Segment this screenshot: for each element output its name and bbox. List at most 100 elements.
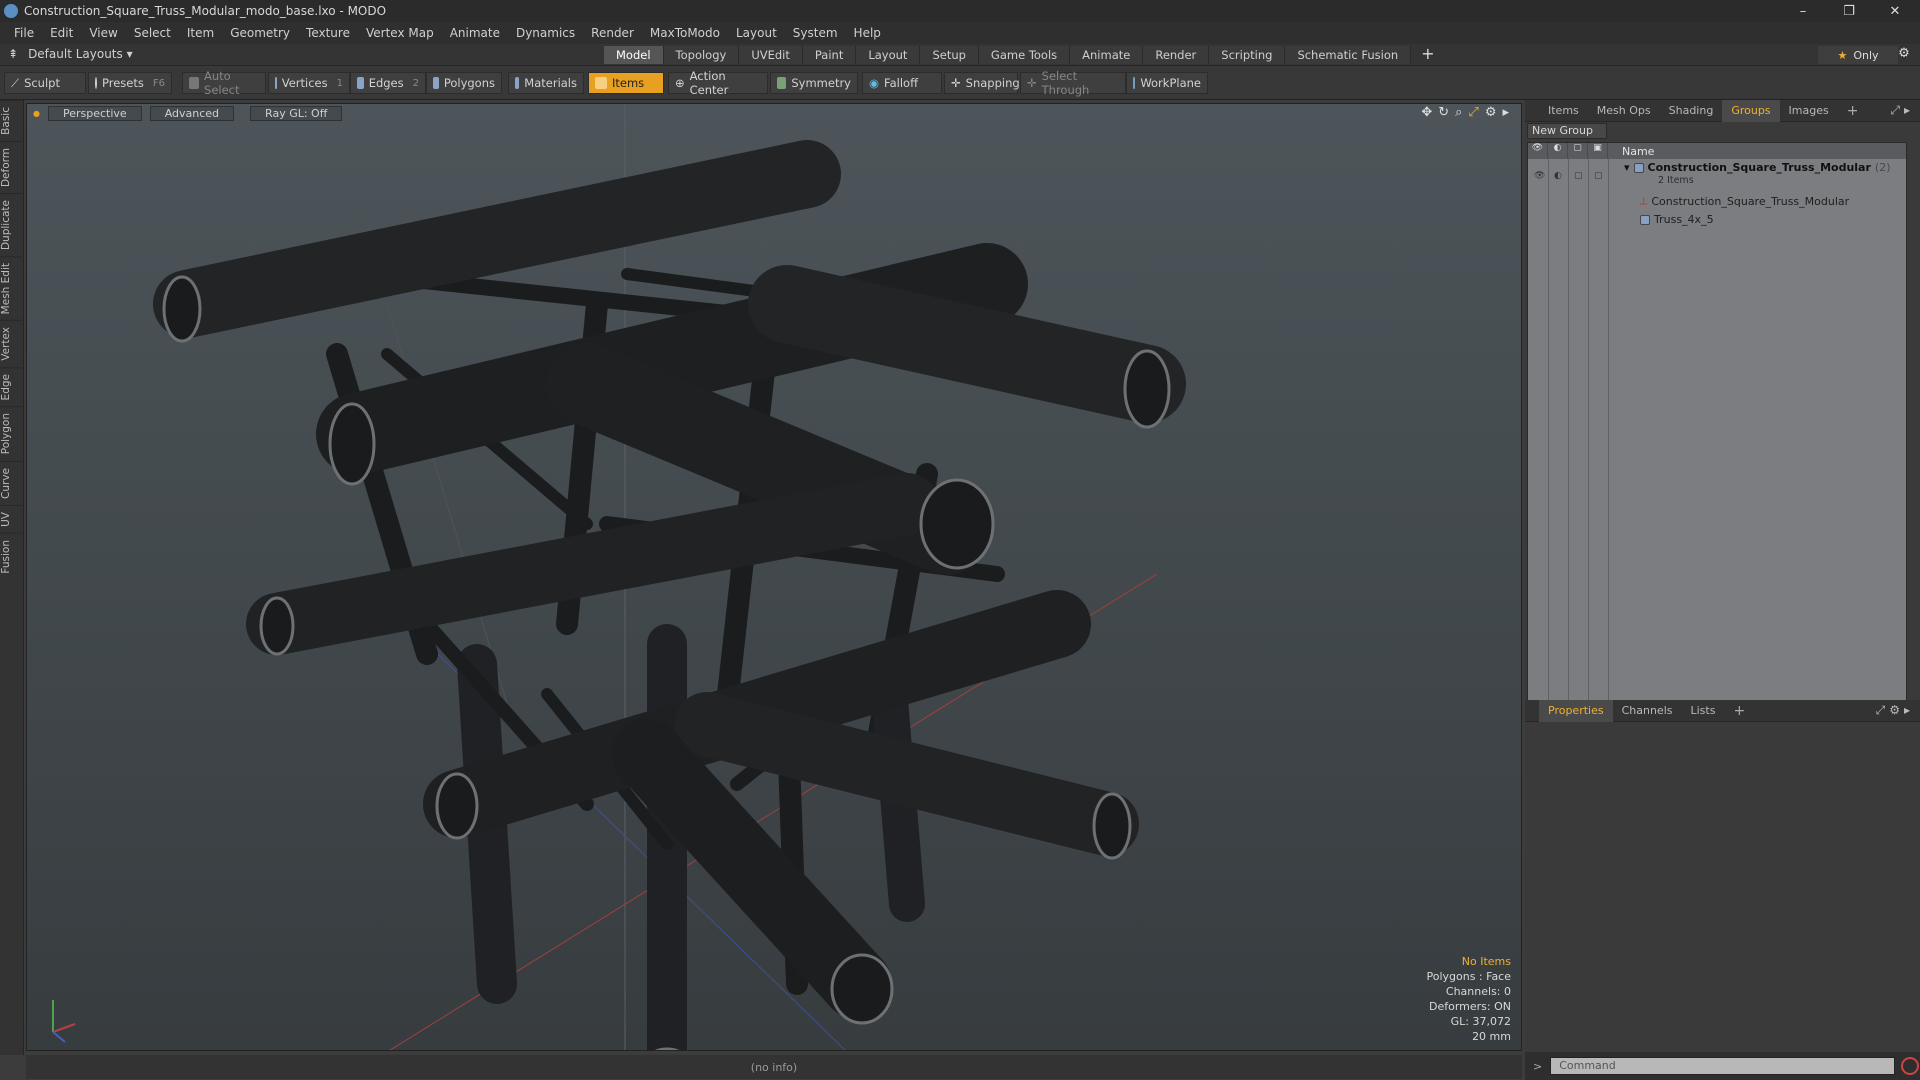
add-properties-tab-button[interactable]: + [1724, 700, 1754, 722]
tab-mesh-ops[interactable]: Mesh Ops [1588, 100, 1660, 122]
lefttab-edge[interactable]: Edge [0, 366, 22, 407]
lock-icon[interactable]: ▢ [1568, 143, 1588, 159]
tab-model[interactable]: Model [604, 46, 664, 64]
3d-viewport[interactable]: ● Perspective Advanced Ray GL: Off ✥ ↻ ⌕… [26, 103, 1522, 1051]
tab-paint[interactable]: Paint [802, 46, 857, 64]
tab-channels[interactable]: Channels [1613, 700, 1682, 722]
render-icon[interactable]: ◐ [1548, 143, 1568, 159]
lefttab-basic[interactable]: Basic [0, 100, 22, 141]
vertices-button[interactable]: Vertices 1 [268, 72, 350, 94]
restore-button[interactable]: ❐ [1826, 0, 1872, 22]
raygl-button[interactable]: Ray GL: Off [250, 105, 343, 121]
lefttab-mesh-edit[interactable]: Mesh Edit [0, 255, 22, 321]
select-through-button[interactable]: ✛ Select Through [1020, 69, 1126, 97]
viewport-expand-icon[interactable]: ▸ [1502, 105, 1509, 120]
command-input[interactable]: Command [1550, 1057, 1896, 1075]
layout-preset-dropdown[interactable]: Default Layouts ▾ [28, 47, 133, 61]
command-history-icon[interactable] [1901, 1057, 1920, 1075]
menu-system[interactable]: System [785, 26, 846, 40]
tab-scripting[interactable]: Scripting [1209, 46, 1286, 64]
tab-shading[interactable]: Shading [1660, 100, 1723, 122]
close-button[interactable]: ✕ [1872, 0, 1918, 22]
menu-item[interactable]: Item [179, 26, 222, 40]
lefttab-vertex[interactable]: Vertex [0, 320, 22, 367]
row-visibility-icon[interactable]: 👁 [1534, 171, 1545, 181]
tab-properties[interactable]: Properties [1539, 699, 1613, 722]
snapping-button[interactable]: ✛ Snapping [944, 72, 1020, 94]
gear-icon[interactable]: ⚙ [1892, 46, 1916, 64]
row-render-icon[interactable]: ◐ [1554, 171, 1562, 181]
tab-uvedit[interactable]: UVEdit [739, 46, 803, 64]
lefttab-curve[interactable]: Curve [0, 460, 22, 505]
tab-schematic-fusion[interactable]: Schematic Fusion [1285, 46, 1412, 64]
command-bar: > Command [1525, 1052, 1920, 1080]
presets-button[interactable]: Presets F6 [88, 72, 172, 94]
tab-layout[interactable]: Layout [856, 46, 921, 64]
menu-animate[interactable]: Animate [442, 26, 508, 40]
items-button[interactable]: Items [588, 72, 664, 94]
auto-select-button[interactable]: Auto Select [182, 69, 266, 97]
menu-file[interactable]: File [6, 26, 42, 40]
tab-lists[interactable]: Lists [1682, 700, 1725, 722]
group-child-row[interactable]: ⟂ Construction_Square_Truss_Modular [1640, 194, 1849, 208]
minimize-button[interactable]: – [1780, 0, 1826, 22]
only-toggle[interactable]: ★ Only [1818, 46, 1898, 64]
workplane-button[interactable]: WorkPlane [1126, 72, 1208, 94]
tab-images[interactable]: Images [1780, 100, 1838, 122]
tab-render[interactable]: Render [1143, 46, 1210, 64]
menu-view[interactable]: View [81, 26, 125, 40]
menu-select[interactable]: Select [126, 26, 179, 40]
pan-icon[interactable]: ✥ [1421, 105, 1432, 120]
tab-animate[interactable]: Animate [1070, 46, 1144, 64]
fit-icon[interactable]: ⤢ [1468, 105, 1478, 120]
row-select-icon[interactable]: ▢ [1594, 171, 1603, 181]
lefttab-fusion[interactable]: Fusion [0, 532, 22, 580]
polygons-button[interactable]: Polygons [426, 72, 502, 94]
group-row-root[interactable]: ▾ Construction_Square_Truss_Modular (2) [1624, 161, 1891, 174]
tab-game-tools[interactable]: Game Tools [978, 46, 1071, 64]
view-mode-button[interactable]: Perspective [47, 105, 142, 121]
edges-button[interactable]: Edges 2 [350, 72, 426, 94]
tab-items[interactable]: Items [1539, 100, 1588, 122]
lefttab-polygon[interactable]: Polygon [0, 406, 22, 461]
menu-render[interactable]: Render [583, 26, 642, 40]
menu-texture[interactable]: Texture [298, 26, 358, 40]
lefttab-deform[interactable]: Deform [0, 140, 22, 193]
select-icon[interactable]: ▣ [1588, 143, 1608, 159]
new-group-button[interactable]: New Group [1527, 123, 1607, 139]
menu-edit[interactable]: Edit [42, 26, 81, 40]
rotate-icon[interactable]: ↻ [1438, 105, 1449, 120]
expand-arrow-icon[interactable]: ▾ [1624, 161, 1630, 174]
symmetry-button[interactable]: Symmetry [770, 72, 858, 94]
row-lock-icon[interactable]: ▢ [1574, 171, 1583, 181]
tab-setup[interactable]: Setup [920, 46, 979, 64]
only-label: Only [1853, 48, 1879, 62]
menu-dynamics[interactable]: Dynamics [508, 26, 583, 40]
auto-select-icon [189, 77, 200, 89]
menu-vertex-map[interactable]: Vertex Map [358, 26, 442, 40]
shading-mode-button[interactable]: Advanced [149, 105, 235, 121]
sculpt-button[interactable]: ⟋ Sculpt [4, 72, 86, 94]
group-child-row[interactable]: Truss_4x_5 [1640, 213, 1714, 226]
action-center-button[interactable]: ⊕ Action Center [668, 69, 768, 97]
viewport-menu-dot[interactable]: ● [33, 109, 40, 118]
zoom-icon[interactable]: ⌕ [1455, 105, 1462, 120]
properties-options-icon[interactable]: ⤢⚙▸ [1876, 703, 1914, 718]
panel-expand-icon[interactable]: ⤢▸ [1890, 103, 1914, 118]
collapse-icon[interactable]: ⇞ [8, 47, 18, 61]
falloff-button[interactable]: ◉ Falloff [862, 72, 942, 94]
add-tab-button[interactable]: + [1411, 46, 1444, 64]
viewport-settings-icon[interactable]: ⚙ [1485, 105, 1497, 120]
menu-help[interactable]: Help [846, 26, 889, 40]
lefttab-uv[interactable]: UV [0, 504, 22, 533]
tab-groups[interactable]: Groups [1722, 99, 1780, 122]
materials-button[interactable]: Materials [508, 72, 584, 94]
add-panel-tab-button[interactable]: + [1838, 100, 1868, 122]
menu-geometry[interactable]: Geometry [222, 26, 298, 40]
menu-maxtomodo[interactable]: MaxToModo [642, 26, 728, 40]
visibility-icon[interactable]: 👁 [1528, 143, 1548, 159]
modo-app-icon [4, 4, 18, 18]
lefttab-duplicate[interactable]: Duplicate [0, 192, 22, 256]
menu-layout[interactable]: Layout [728, 26, 785, 40]
tab-topology[interactable]: Topology [663, 46, 740, 64]
